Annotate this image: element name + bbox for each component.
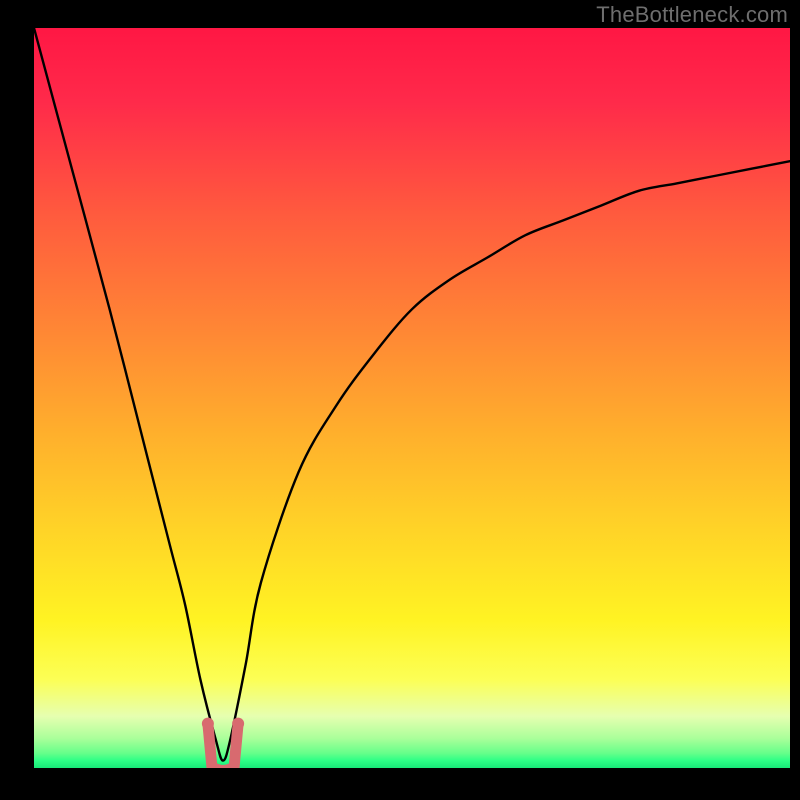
bottleneck-curve — [34, 28, 790, 768]
plot-area — [34, 28, 790, 768]
chart-frame: TheBottleneck.com — [0, 0, 800, 800]
watermark-text: TheBottleneck.com — [596, 2, 788, 28]
